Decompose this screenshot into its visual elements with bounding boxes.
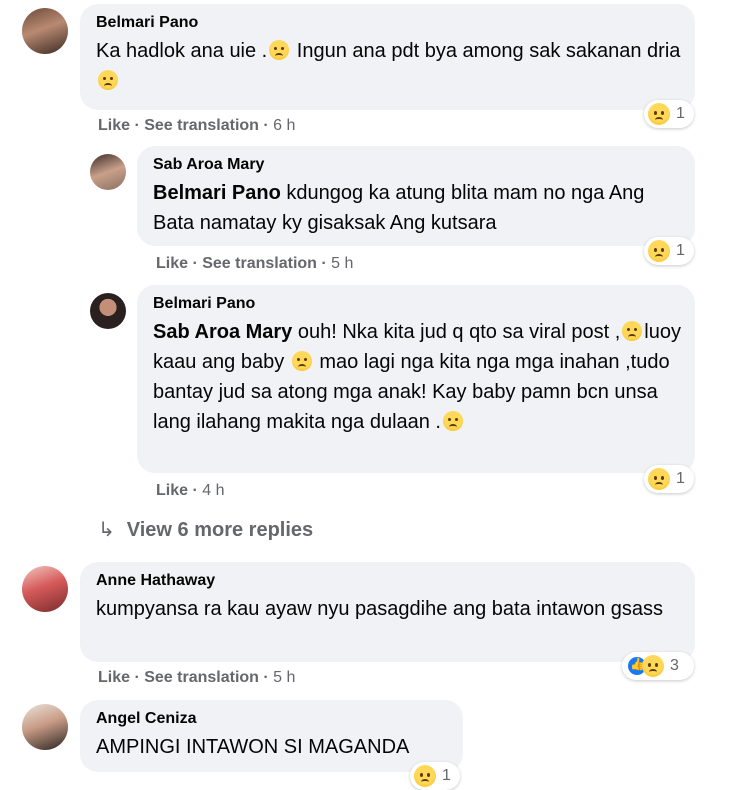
comment-bubble: Anne Hathaway kumpyansa ra kau ayaw nyu … [80,562,695,662]
sad-reaction-icon [642,655,664,677]
reaction-summary[interactable]: 1 [644,100,694,128]
sad-reaction-icon [648,103,670,125]
like-link[interactable]: Like [156,255,188,272]
sad-reaction-icon [648,468,670,490]
avatar[interactable] [22,566,68,612]
timestamp[interactable]: 6 h [273,117,295,134]
comment-text: AMPINGI INTAWON SI MAGANDA [96,736,410,758]
timestamp[interactable]: 5 h [331,255,353,272]
like-link[interactable]: Like [156,482,188,499]
author-name[interactable]: Belmari Pano [153,295,681,313]
timestamp[interactable]: 4 h [202,482,224,499]
comment-bubble: Belmari Pano Ka hadlok ana uie . Ingun a… [80,4,695,110]
comment-text: Belmari Pano kdungog ka atung blita mam … [153,178,681,238]
avatar[interactable] [90,293,126,329]
sad-face-emoji [291,351,312,371]
reaction-count: 1 [676,242,685,259]
sad-reaction-icon [648,240,670,262]
author-name[interactable]: Belmari Pano [96,14,681,32]
sad-face-emoji [622,321,643,341]
reaction-summary[interactable]: 3 [622,652,694,680]
comment-text-part: Ingun ana pdt bya among sak sakanan dria [291,40,681,62]
comment-text: Sab Aroa Mary ouh! Nka kita jud q qto sa… [153,317,681,437]
sad-reaction-icon [414,765,436,787]
comment-text-part: Ka hadlok ana uie . [96,40,268,62]
comment-actions: Like · See translation · 6 h [98,117,296,134]
reaction-count: 3 [670,657,679,674]
mention-tag[interactable]: Belmari Pano [153,182,281,204]
like-link[interactable]: Like [98,669,130,686]
like-link[interactable]: Like [98,117,130,134]
reaction-count: 1 [442,767,451,784]
reaction-summary[interactable]: 1 [644,237,694,265]
view-more-replies[interactable]: ↳ View 6 more replies [98,517,313,542]
reaction-count: 1 [676,105,685,122]
see-translation-link[interactable]: See translation [144,669,259,686]
sad-face-emoji [443,411,463,431]
author-name[interactable]: Sab Aroa Mary [153,156,681,174]
see-translation-link[interactable]: See translation [202,255,317,272]
author-name[interactable]: Anne Hathaway [96,572,681,590]
comment-text: kumpyansa ra kau ayaw nyu pasagdihe ang … [96,598,664,620]
avatar[interactable] [22,704,68,750]
reaction-summary[interactable]: 1 [410,762,460,790]
author-name[interactable]: Angel Ceniza [96,710,449,728]
comment-bubble: Angel Ceniza AMPINGI INTAWON SI MAGANDA [80,700,463,772]
comment-actions: Like · See translation · 5 h [98,669,296,686]
sad-face-emoji [98,70,118,90]
view-more-label: View 6 more replies [126,519,314,541]
comment-text: Ka hadlok ana uie . Ingun ana pdt bya am… [96,36,681,96]
comment-actions: Like · See translation · 5 h [156,255,354,272]
comment-bubble: Belmari Pano Sab Aroa Mary ouh! Nka kita… [137,285,695,473]
avatar[interactable] [22,8,68,54]
reaction-count: 1 [676,470,685,487]
see-translation-link[interactable]: See translation [144,117,259,134]
comment-text-part: ouh! Nka kita jud q qto sa viral post , [292,321,621,343]
comment-bubble: Sab Aroa Mary Belmari Pano kdungog ka at… [137,146,695,246]
mention-tag[interactable]: Sab Aroa Mary [153,321,292,343]
avatar[interactable] [90,154,126,190]
sad-face-emoji [269,40,290,60]
comment-actions: Like · 4 h [156,482,225,499]
reaction-summary[interactable]: 1 [644,465,694,493]
timestamp[interactable]: 5 h [273,669,295,686]
reply-arrow-icon: ↳ [98,519,115,541]
